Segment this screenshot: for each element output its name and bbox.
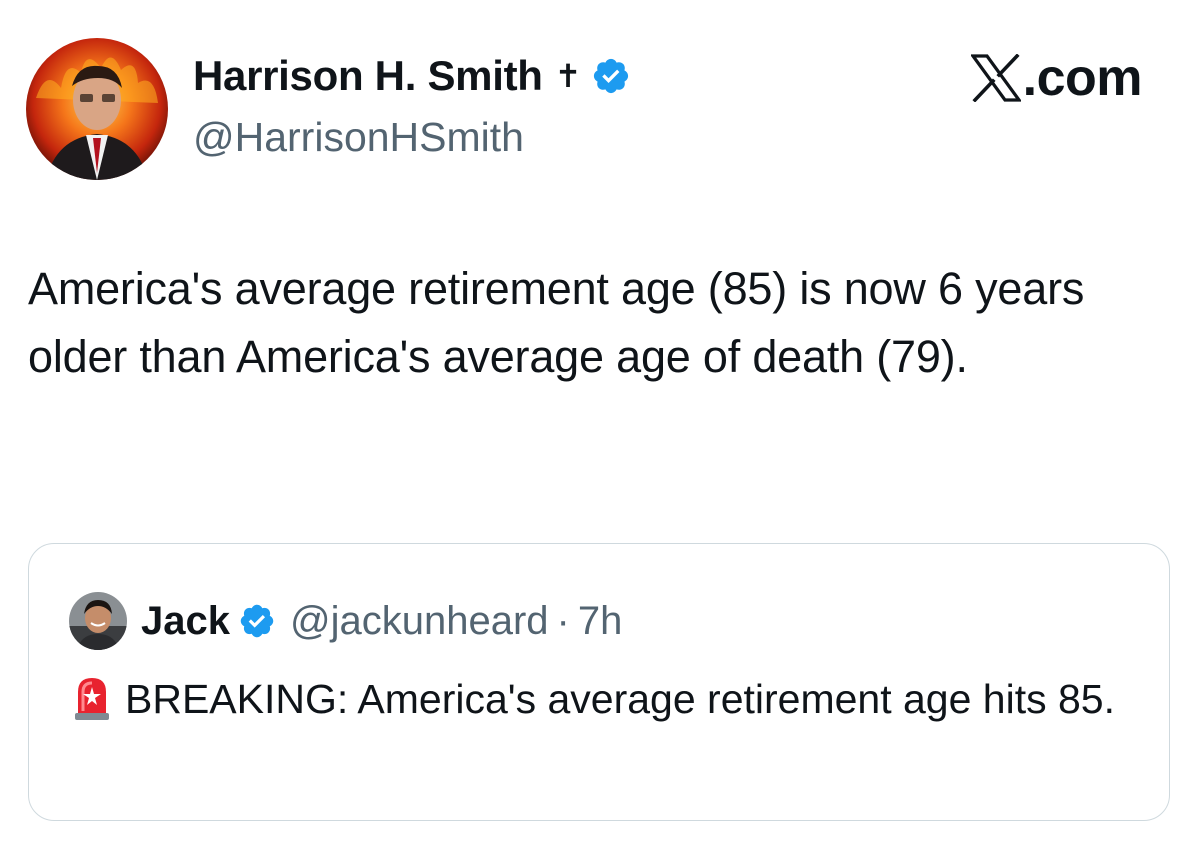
author-name-row: Harrison H. Smith ✝ xyxy=(193,52,631,100)
author-avatar[interactable] xyxy=(26,38,168,180)
x-logo-icon xyxy=(970,54,1021,102)
quoted-author-handle[interactable]: @jackunheard xyxy=(290,599,549,644)
rotating-light-siren-icon xyxy=(69,675,115,721)
separator-dot: · xyxy=(556,598,570,643)
author-name[interactable]: Harrison H. Smith xyxy=(193,52,543,100)
quoted-author-avatar[interactable] xyxy=(69,592,127,650)
tweet-card: Harrison H. Smith ✝ @HarrisonHSmith .com… xyxy=(0,0,1200,860)
quoted-tweet-timestamp[interactable]: 7h xyxy=(578,599,623,644)
quoted-tweet-text: BREAKING: America's average retirement a… xyxy=(125,676,1115,722)
quoted-author-name[interactable]: Jack xyxy=(141,599,230,644)
quoted-tweet-card[interactable]: Jack @jackunheard · 7h BREAKING: America… xyxy=(28,543,1170,821)
verified-badge-icon xyxy=(591,56,631,96)
author-handle[interactable]: @HarrisonHSmith xyxy=(193,114,524,161)
site-domain-text: .com xyxy=(1022,49,1143,107)
author-avatar-image xyxy=(26,38,168,180)
quoted-tweet-header: Jack @jackunheard · 7h xyxy=(69,592,622,650)
tweet-text: America's average retirement age (85) is… xyxy=(28,263,1085,382)
quoted-verified-badge-icon xyxy=(238,602,276,640)
quoted-tweet-text-block: BREAKING: America's average retirement a… xyxy=(69,669,1149,729)
site-label: .com xyxy=(970,48,1143,108)
cross-icon: ✝ xyxy=(554,58,582,94)
